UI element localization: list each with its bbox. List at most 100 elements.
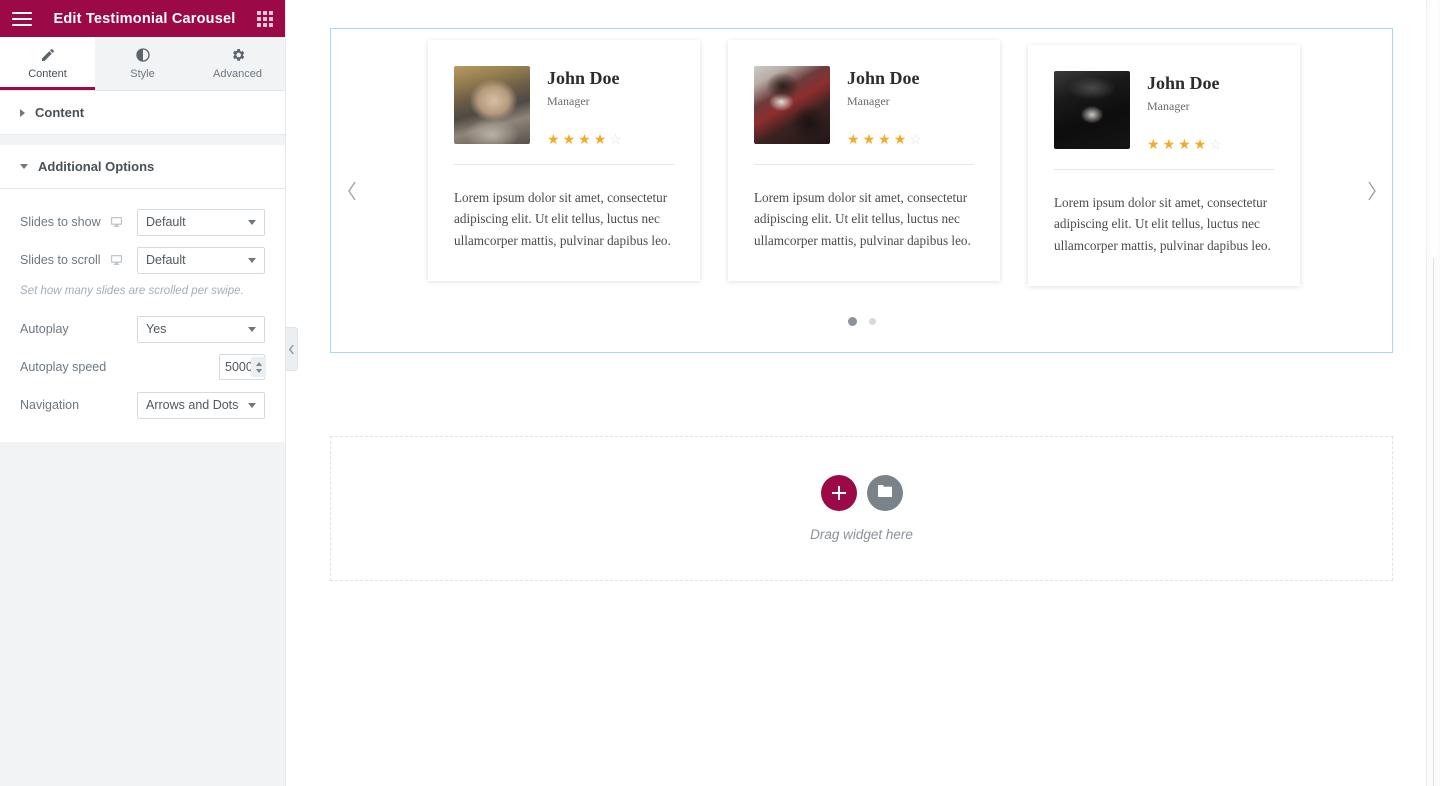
dropzone-label: Drag widget here [810, 527, 913, 542]
chevron-left-icon [347, 181, 356, 200]
plus-icon [831, 486, 846, 500]
carousel-dot[interactable] [868, 318, 876, 325]
control-autoplay: Autoplay Yes [20, 310, 265, 348]
editor-canvas: John Doe Manager ★ ★ ★ ★ ☆ Lorem ipsum d… [286, 0, 1440, 786]
stepper-down-icon[interactable] [255, 368, 262, 373]
star-icon: ★ [847, 130, 860, 147]
testimonial-card[interactable]: John Doe Manager ★ ★ ★ ★ ☆ Lorem ipsum d… [428, 40, 700, 281]
card-header: John Doe Manager ★ ★ ★ ★ ☆ [1054, 71, 1274, 151]
section-additional-options-label: Additional Options [38, 159, 155, 174]
editor-panel: Edit Testimonial Carousel Content Style [0, 0, 298, 786]
testimonial-name: John Doe [847, 68, 920, 88]
page-title: Edit Testimonial Carousel [53, 10, 236, 27]
hamburger-icon[interactable] [12, 11, 32, 26]
star-icon: ★ [1178, 135, 1191, 152]
chevron-down-icon [248, 402, 256, 408]
chevron-down-icon [248, 326, 256, 332]
tab-advanced-label: Advanced [213, 68, 262, 80]
star-icon: ★ [593, 130, 607, 147]
divider [454, 163, 674, 165]
divider [754, 163, 974, 165]
star-empty-icon: ☆ [609, 130, 622, 147]
testimonial-title: Manager [847, 93, 890, 108]
scrollbar-thumb[interactable] [1430, 0, 1438, 258]
chevron-left-icon [288, 344, 294, 354]
tab-style[interactable]: Style [95, 37, 190, 90]
star-icon: ★ [547, 130, 560, 147]
navigation-label: Navigation [20, 398, 80, 413]
grid-icon[interactable] [257, 10, 273, 27]
section-additional-options[interactable]: Additional Options [0, 145, 285, 189]
slides-to-show-label: Slides to show [20, 215, 101, 229]
contrast-icon [135, 47, 151, 63]
control-slides-to-scroll: Slides to scroll Default [20, 241, 265, 279]
testimonial-carousel-widget[interactable]: John Doe Manager ★ ★ ★ ★ ☆ Lorem ipsum d… [330, 28, 1393, 353]
star-icon: ★ [1193, 135, 1207, 152]
monitor-icon[interactable] [110, 216, 123, 228]
testimonial-name: John Doe [547, 68, 620, 88]
control-autoplay-speed: Autoplay speed [20, 348, 266, 386]
avatar [754, 66, 830, 144]
section-content-label: Content [35, 105, 85, 120]
template-library-button[interactable] [866, 475, 903, 511]
slides-to-scroll-label-group: Slides to scroll [20, 253, 137, 267]
chevron-right-icon [1367, 181, 1376, 200]
star-icon: ★ [862, 130, 876, 147]
carousel-dots [373, 317, 1350, 326]
panel-header: Edit Testimonial Carousel [0, 0, 285, 37]
additional-options-body: Slides to show Default Slides to scroll [0, 189, 285, 443]
card-header: John Doe Manager ★ ★ ★ ★ ☆ [754, 66, 974, 146]
testimonial-card[interactable]: John Doe Manager ★ ★ ★ ★ ☆ Lorem ipsum d… [728, 40, 1000, 281]
stepper-up-icon[interactable] [255, 361, 262, 366]
testimonial-name: John Doe [1147, 73, 1220, 93]
widget-dropzone[interactable]: Drag widget here [330, 436, 1393, 581]
star-icon: ★ [1147, 135, 1160, 152]
slides-to-show-select[interactable]: Default [137, 208, 265, 236]
chevron-down-icon [248, 257, 256, 263]
pencil-icon [40, 47, 56, 63]
canvas-scrollbar[interactable] [1426, 0, 1440, 786]
dropzone-buttons [820, 475, 903, 511]
slides-to-scroll-label: Slides to scroll [20, 253, 101, 267]
star-icon: ★ [893, 130, 907, 147]
star-icon: ★ [1162, 135, 1176, 152]
tab-content[interactable]: Content [0, 37, 95, 90]
navigation-value: Arrows and Dots [146, 398, 239, 413]
autoplay-label: Autoplay [20, 322, 69, 337]
tab-advanced[interactable]: Advanced [190, 37, 285, 90]
navigation-select[interactable]: Arrows and Dots [137, 391, 265, 419]
star-empty-icon: ☆ [909, 130, 922, 147]
autoplay-select[interactable]: Yes [137, 315, 265, 343]
carousel-prev-button[interactable] [331, 29, 373, 352]
chevron-down-icon [248, 219, 256, 225]
slides-to-scroll-value: Default [146, 253, 186, 267]
autoplay-speed-field[interactable] [219, 354, 266, 381]
testimonial-card[interactable]: John Doe Manager ★ ★ ★ ★ ☆ Lorem ipsum d… [1028, 45, 1300, 286]
avatar [1054, 71, 1130, 149]
star-empty-icon: ☆ [1209, 135, 1222, 152]
chevron-right-icon [20, 108, 25, 117]
scrollbar-track[interactable] [1433, 258, 1434, 786]
testimonial-quote: Lorem ipsum dolor sit amet, consectetur … [1054, 194, 1271, 253]
testimonial-title: Manager [1147, 98, 1190, 113]
number-stepper[interactable] [251, 357, 266, 378]
testimonial-quote: Lorem ipsum dolor sit amet, consectetur … [754, 189, 971, 248]
tab-style-label: Style [130, 68, 155, 80]
autoplay-speed-input[interactable] [225, 360, 251, 375]
testimonial-title: Manager [547, 93, 590, 108]
monitor-icon[interactable] [110, 254, 123, 266]
divider [1054, 168, 1274, 170]
panel-collapse-handle[interactable] [286, 327, 298, 371]
avatar [454, 66, 530, 144]
autoplay-speed-label: Autoplay speed [20, 360, 107, 375]
carousel-dot-active[interactable] [847, 317, 857, 326]
testimonial-quote: Lorem ipsum dolor sit amet, consectetur … [454, 189, 671, 248]
carousel-next-button[interactable] [1350, 29, 1392, 352]
rating-stars: ★ ★ ★ ★ ☆ [847, 132, 974, 146]
star-icon: ★ [578, 130, 591, 147]
tab-content-label: Content [28, 68, 67, 80]
slides-to-scroll-select[interactable]: Default [137, 246, 265, 274]
elementor-editor: Edit Testimonial Carousel Content Style [0, 0, 1440, 786]
add-widget-button[interactable] [820, 475, 857, 511]
section-content[interactable]: Content [0, 91, 285, 135]
